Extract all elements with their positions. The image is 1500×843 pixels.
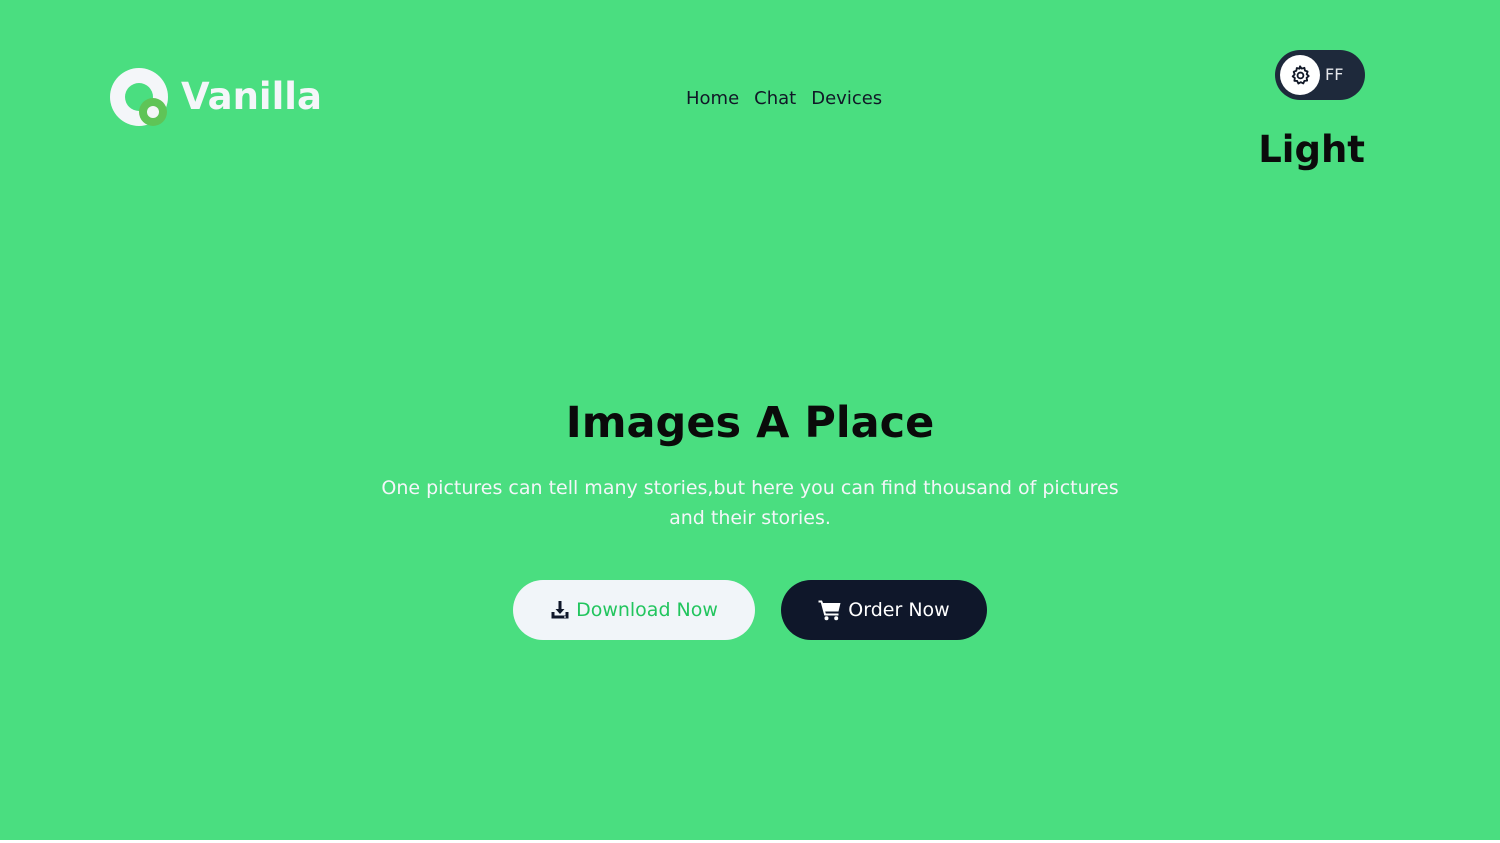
toggle-knob bbox=[1280, 55, 1320, 95]
main-nav: Home Chat Devices bbox=[686, 86, 882, 112]
download-icon bbox=[550, 600, 570, 620]
logo-mark-icon bbox=[110, 67, 170, 127]
order-button[interactable]: Order Now bbox=[781, 580, 987, 640]
download-button-label: Download Now bbox=[576, 599, 718, 621]
hero-title: Images A Place bbox=[565, 398, 935, 448]
hero: Images A Place One pictures can tell man… bbox=[0, 393, 1500, 533]
gear-icon bbox=[1291, 65, 1310, 85]
page: Vanilla Home Chat Devices FF Light Image… bbox=[0, 0, 1500, 840]
hero-actions: Download Now Order Now bbox=[0, 580, 1500, 640]
theme-mode-label: Light bbox=[1258, 128, 1365, 171]
hero-subtitle: One pictures can tell many stories,but h… bbox=[381, 477, 1119, 529]
theme-toggle[interactable]: FF bbox=[1275, 50, 1365, 100]
brand-logo[interactable]: Vanilla bbox=[110, 67, 322, 127]
nav-home[interactable]: Home bbox=[686, 86, 739, 112]
nav-chat[interactable]: Chat bbox=[754, 86, 796, 112]
download-button[interactable]: Download Now bbox=[513, 580, 755, 640]
toggle-label: FF bbox=[1325, 65, 1344, 84]
brand-name: Vanilla bbox=[181, 75, 322, 118]
cart-icon bbox=[818, 599, 842, 621]
order-button-label: Order Now bbox=[848, 599, 950, 621]
nav-devices[interactable]: Devices bbox=[811, 86, 882, 112]
